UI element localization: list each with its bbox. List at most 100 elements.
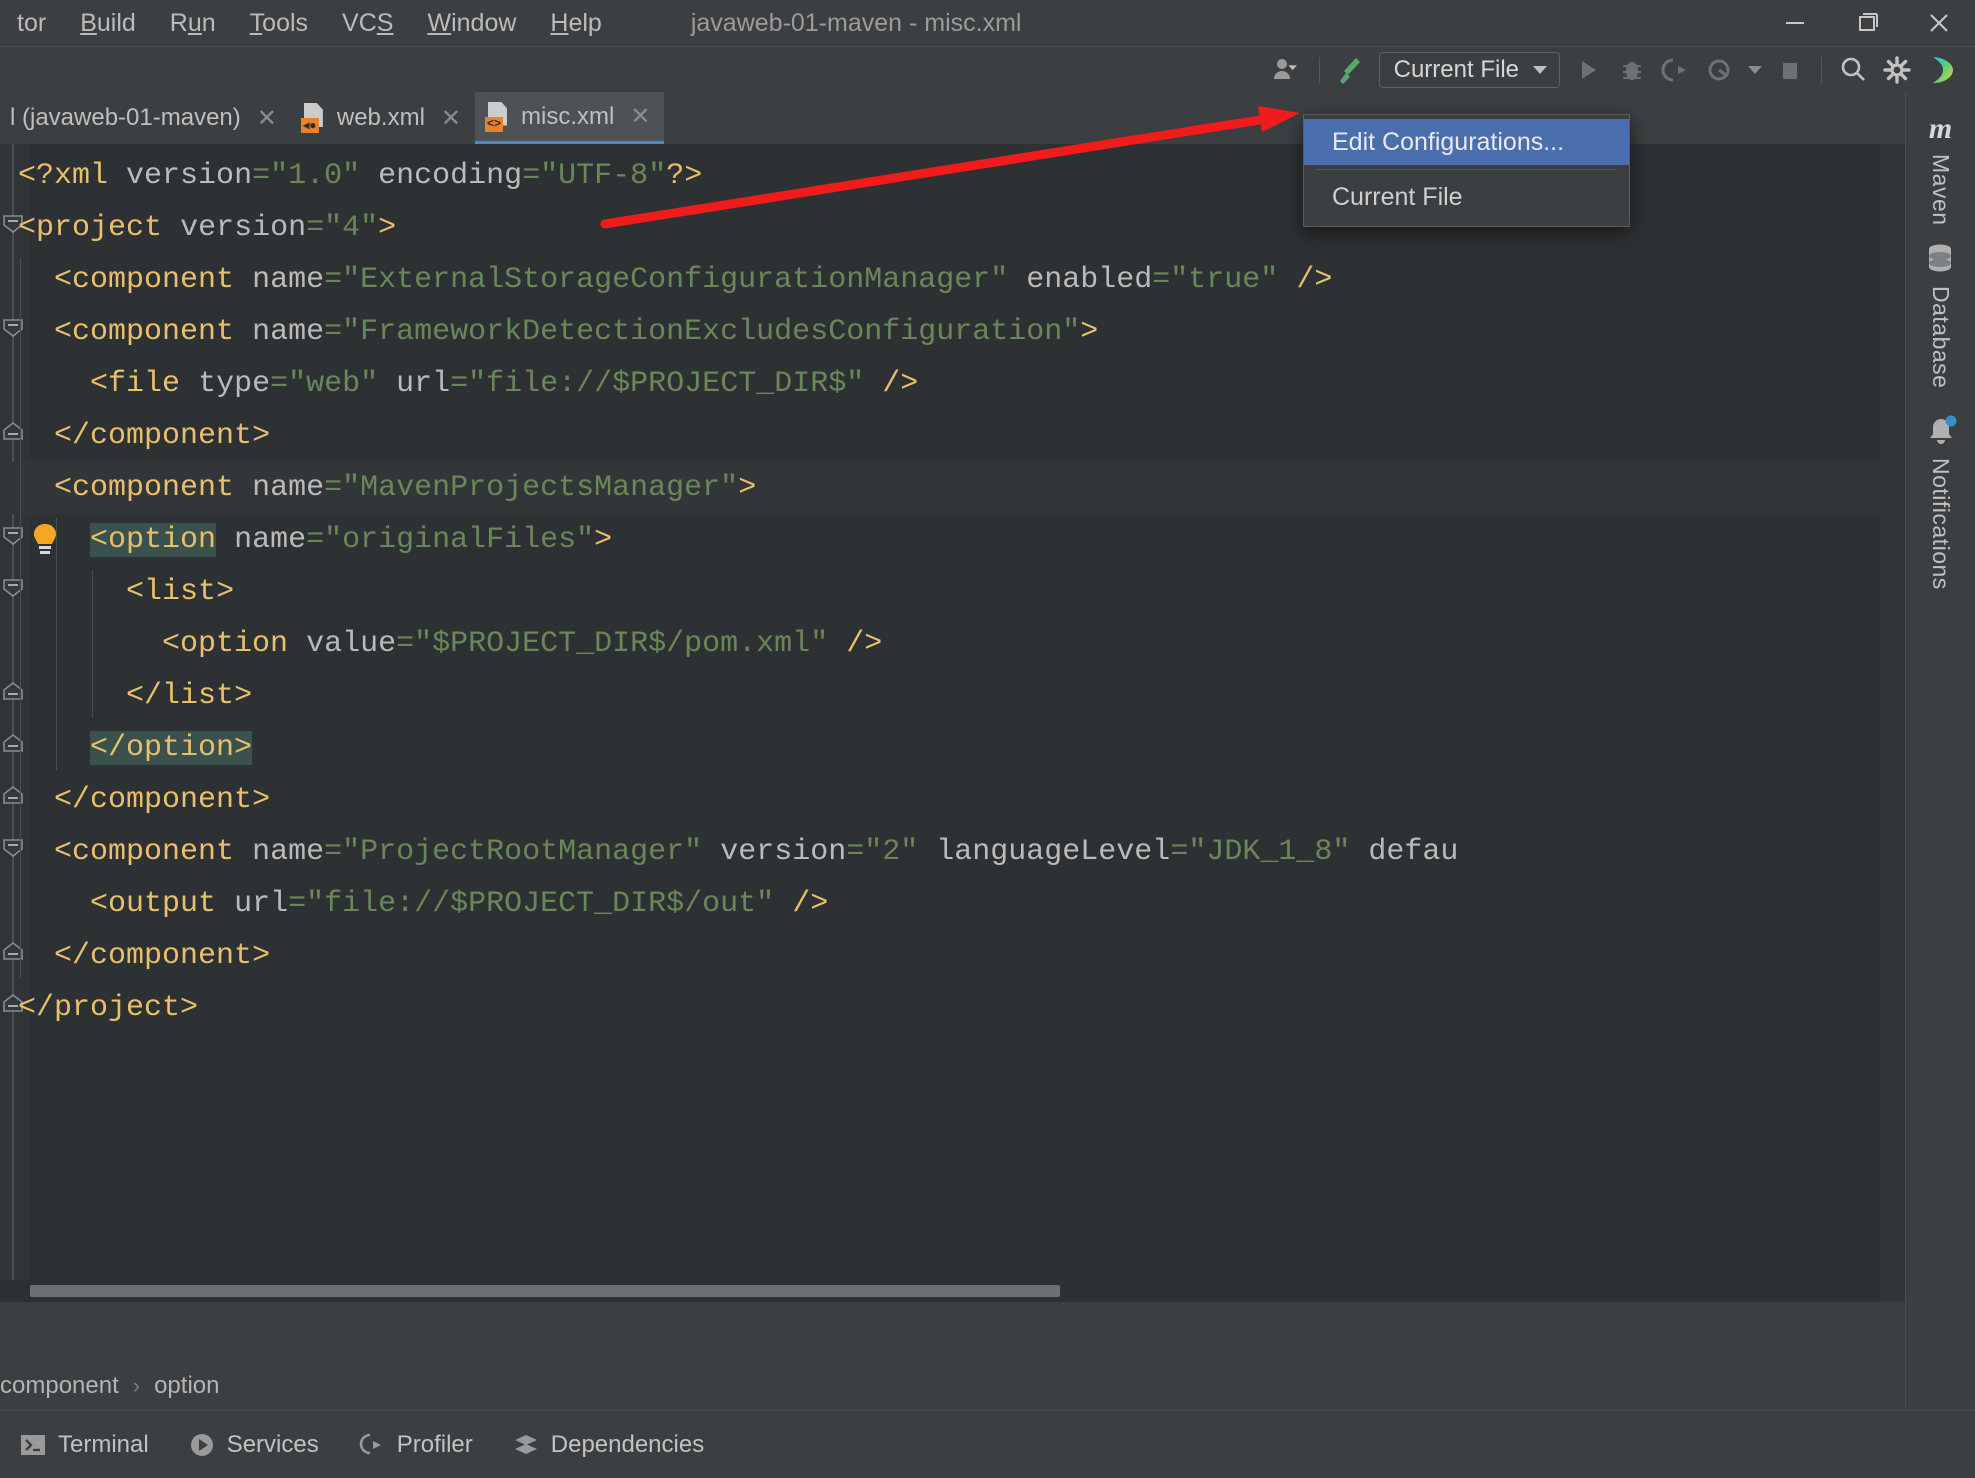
minimize-icon[interactable] <box>1759 0 1831 46</box>
profiler-icon <box>359 1432 385 1458</box>
code-line[interactable]: <file type="web" url="file://$PROJECT_DI… <box>0 358 1906 410</box>
menu-item-label: VCS <box>342 9 394 37</box>
editor-tab-l-javaweb-01-maven-[interactable]: l (javaweb-01-maven) ✕ <box>0 92 291 144</box>
terminal-icon <box>20 1432 46 1458</box>
code-token-punc2: = <box>1152 263 1171 297</box>
search-icon[interactable] <box>1831 48 1875 92</box>
code-token-punc2: = <box>288 887 307 921</box>
code-line[interactable]: <component name="ExternalStorageConfigur… <box>0 254 1906 306</box>
run-configuration-selector[interactable]: Current File <box>1378 52 1560 88</box>
code-token-punc: > <box>252 939 271 973</box>
breadcrumb-item-option[interactable]: option <box>154 1372 219 1400</box>
right-strip-label: Database <box>1928 286 1954 389</box>
editor-tab-web.xml[interactable]: ◂● web.xml ✕ <box>291 92 475 144</box>
code-line[interactable]: </project> <box>0 982 1906 1034</box>
menu-item-vcs[interactable]: VCS <box>325 0 410 46</box>
code-token-tag: component <box>90 783 253 817</box>
code-token-punc: </ <box>54 783 91 817</box>
code-line[interactable]: <component name="MavenProjectsManager"> <box>0 462 1906 514</box>
code-content[interactable]: <?xml version="1.0" encoding="UTF-8"?> <p… <box>0 144 1906 1302</box>
code-token-punc: < <box>54 835 73 869</box>
profile-icon[interactable] <box>1698 48 1742 92</box>
scrollbar-thumb[interactable] <box>30 1285 1060 1297</box>
code-token-punc2: = <box>324 315 343 349</box>
title-bar: tor Build Run Tools VCS Window Help javaweb-01… <box>0 0 1975 46</box>
code-token-attr: name <box>252 263 325 297</box>
code-line[interactable]: <option name="originalFiles"> <box>0 514 1906 566</box>
code-line[interactable]: <list> <box>0 566 1906 618</box>
right-strip-notifications[interactable]: Notifications <box>1906 414 1975 590</box>
menu-item-tools[interactable]: Tools <box>233 0 325 46</box>
gear-icon[interactable] <box>1875 48 1919 92</box>
horizontal-scrollbar[interactable] <box>0 1280 1880 1302</box>
close-icon[interactable] <box>1903 0 1975 46</box>
code-line[interactable]: <option value="$PROJECT_DIR$/pom.xml" /> <box>0 618 1906 670</box>
toolbar-actions: Current File <box>1266 47 1963 93</box>
debug-bug-icon[interactable] <box>1610 48 1654 92</box>
menu-item-window[interactable]: Window <box>410 0 533 46</box>
maximize-icon[interactable] <box>1831 0 1903 46</box>
code-token-tag: list <box>162 679 235 713</box>
code-token-punc: </ <box>54 939 91 973</box>
code-token-punc: < <box>54 471 73 505</box>
bottom-bar-profiler[interactable]: Profiler <box>339 1411 493 1478</box>
ide-logo-icon[interactable] <box>1919 48 1963 92</box>
build-hammer-icon[interactable] <box>1329 48 1373 92</box>
stop-square-icon[interactable] <box>1768 48 1812 92</box>
close-icon[interactable]: ✕ <box>257 104 277 133</box>
code-line[interactable]: <component name="ProjectRootManager" ver… <box>0 826 1906 878</box>
indent-guide <box>56 518 58 770</box>
run-play-icon[interactable] <box>1566 48 1610 92</box>
main-toolbar: Current File <box>0 46 1975 93</box>
run-configuration-dropdown[interactable]: Edit Configurations... Current File <box>1303 114 1630 227</box>
code-token-tag: output <box>108 887 217 921</box>
code-line[interactable]: <output url="file://$PROJECT_DIR$/out" /… <box>0 878 1906 930</box>
user-account-icon[interactable] <box>1266 48 1310 92</box>
code-line[interactable]: </option> <box>0 722 1906 774</box>
run-with-coverage-icon[interactable] <box>1654 48 1698 92</box>
toolbar-separator-2 <box>1821 57 1822 83</box>
code-token-punc2: = <box>846 835 865 869</box>
menu-item-tor[interactable]: tor <box>0 0 63 46</box>
breadcrumb: component › option <box>0 1362 1906 1410</box>
profile-dropdown-icon[interactable] <box>1742 48 1768 92</box>
menu-item-run[interactable]: Run <box>153 0 233 46</box>
bottom-bar-label: Dependencies <box>550 1431 705 1458</box>
code-line[interactable]: </component> <box>0 410 1906 462</box>
bottom-bar-dependencies[interactable]: Dependencies <box>493 1411 724 1478</box>
code-token-punc: /> <box>882 367 919 401</box>
close-icon[interactable]: ✕ <box>441 104 461 133</box>
code-token-punc2: = <box>252 159 271 193</box>
breadcrumb-item-component[interactable]: component <box>0 1372 119 1400</box>
code-line[interactable]: </component> <box>0 774 1906 826</box>
code-token-punc2: = <box>396 627 415 661</box>
code-token-attr: type <box>198 367 271 401</box>
bottom-bar-label: Terminal <box>58 1431 149 1458</box>
close-icon[interactable]: ✕ <box>630 102 650 131</box>
code-token-val: "UTF-8" <box>540 159 667 193</box>
code-line[interactable]: <component name="FrameworkDetectionExclu… <box>0 306 1906 358</box>
editor-tab-misc.xml[interactable]: <> misc.xml ✕ <box>475 92 665 144</box>
marker-bar[interactable] <box>1880 144 1906 1302</box>
code-line[interactable]: </component> <box>0 930 1906 982</box>
bottom-bar-services[interactable]: Services <box>169 1411 339 1478</box>
code-token-punc2: = <box>324 263 343 297</box>
dropdown-item-edit-configurations[interactable]: Edit Configurations... <box>1304 119 1629 165</box>
code-editor[interactable]: <?xml version="1.0" encoding="UTF-8"?> <p… <box>0 144 1906 1302</box>
code-line[interactable]: </list> <box>0 670 1906 722</box>
bottom-bar-terminal[interactable]: Terminal <box>0 1411 169 1478</box>
menu-item-help[interactable]: Help <box>533 0 618 46</box>
xml-web-file-icon: ◂● <box>300 103 327 133</box>
dropdown-item-current-file[interactable]: Current File <box>1304 174 1629 220</box>
menu-item-build[interactable]: Build <box>63 0 153 46</box>
right-strip-database[interactable]: Database <box>1906 242 1975 388</box>
right-strip-label: Maven <box>1928 154 1954 226</box>
code-token-punc: < <box>54 315 73 349</box>
right-strip-maven[interactable]: m Maven <box>1906 112 1975 226</box>
